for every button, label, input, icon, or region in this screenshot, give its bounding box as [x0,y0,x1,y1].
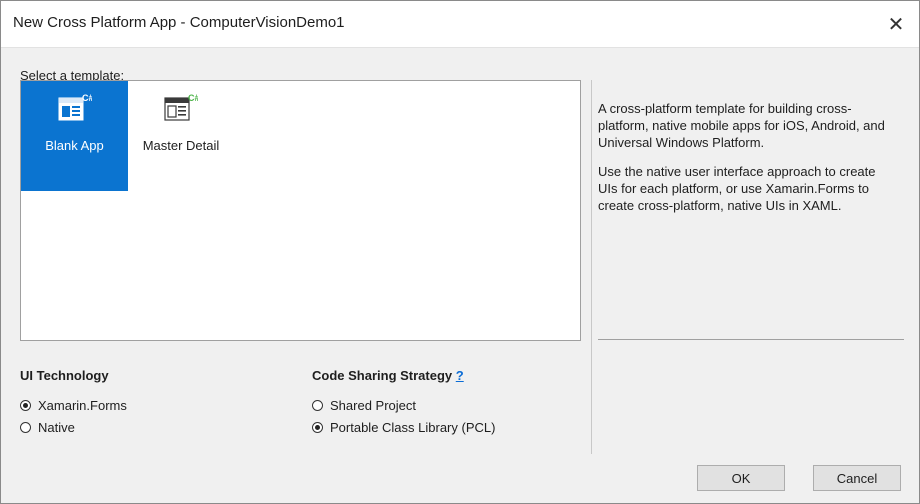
description-paragraph: A cross-platform template for building c… [598,101,885,150]
cancel-button[interactable]: Cancel [813,465,901,491]
title-bar: New Cross Platform App - ComputerVisionD… [1,1,919,48]
radio-label: Portable Class Library (PCL) [330,420,496,435]
radio-unchecked-icon [20,422,31,433]
svg-text:C#: C# [82,93,92,103]
radio-native[interactable]: Native [20,420,75,435]
radio-checked-icon [20,400,31,411]
window-title: New Cross Platform App - ComputerVisionD… [13,14,345,31]
radio-label: Xamarin.Forms [38,398,127,413]
svg-text:C#: C# [188,93,198,103]
code-sharing-title: Code Sharing Strategy ? [312,368,464,383]
code-sharing-help-link[interactable]: ? [456,368,464,383]
ok-button[interactable]: OK [697,465,785,491]
template-blank-app[interactable]: C# Blank App [21,81,128,191]
template-list: C# Blank App C# Master Detail [20,80,581,341]
new-cross-platform-app-dialog: New Cross Platform App - ComputerVisionD… [0,0,920,504]
template-description: A cross-platform template for building c… [598,100,898,226]
csharp-master-detail-template-icon: C# [164,93,198,121]
code-sharing-title-text: Code Sharing Strategy [312,368,453,383]
close-icon: ✕ [887,13,905,36]
radio-checked-icon [312,422,323,433]
radio-xamarin-forms[interactable]: Xamarin.Forms [20,398,127,413]
panel-divider [591,80,592,454]
radio-shared-project[interactable]: Shared Project [312,398,416,413]
csharp-app-template-icon: C# [58,93,92,121]
ui-technology-title: UI Technology [20,368,109,383]
close-button[interactable]: ✕ [873,1,919,47]
template-master-detail[interactable]: C# Master Detail [128,81,234,191]
radio-label: Native [38,420,75,435]
template-label: Master Detail [142,138,220,153]
radio-unchecked-icon [312,400,323,411]
template-label: Blank App [45,138,104,153]
radio-pcl[interactable]: Portable Class Library (PCL) [312,420,495,435]
description-paragraph: Use the native user interface approach t… [598,164,876,213]
radio-label: Shared Project [330,398,416,413]
description-divider [598,339,904,340]
